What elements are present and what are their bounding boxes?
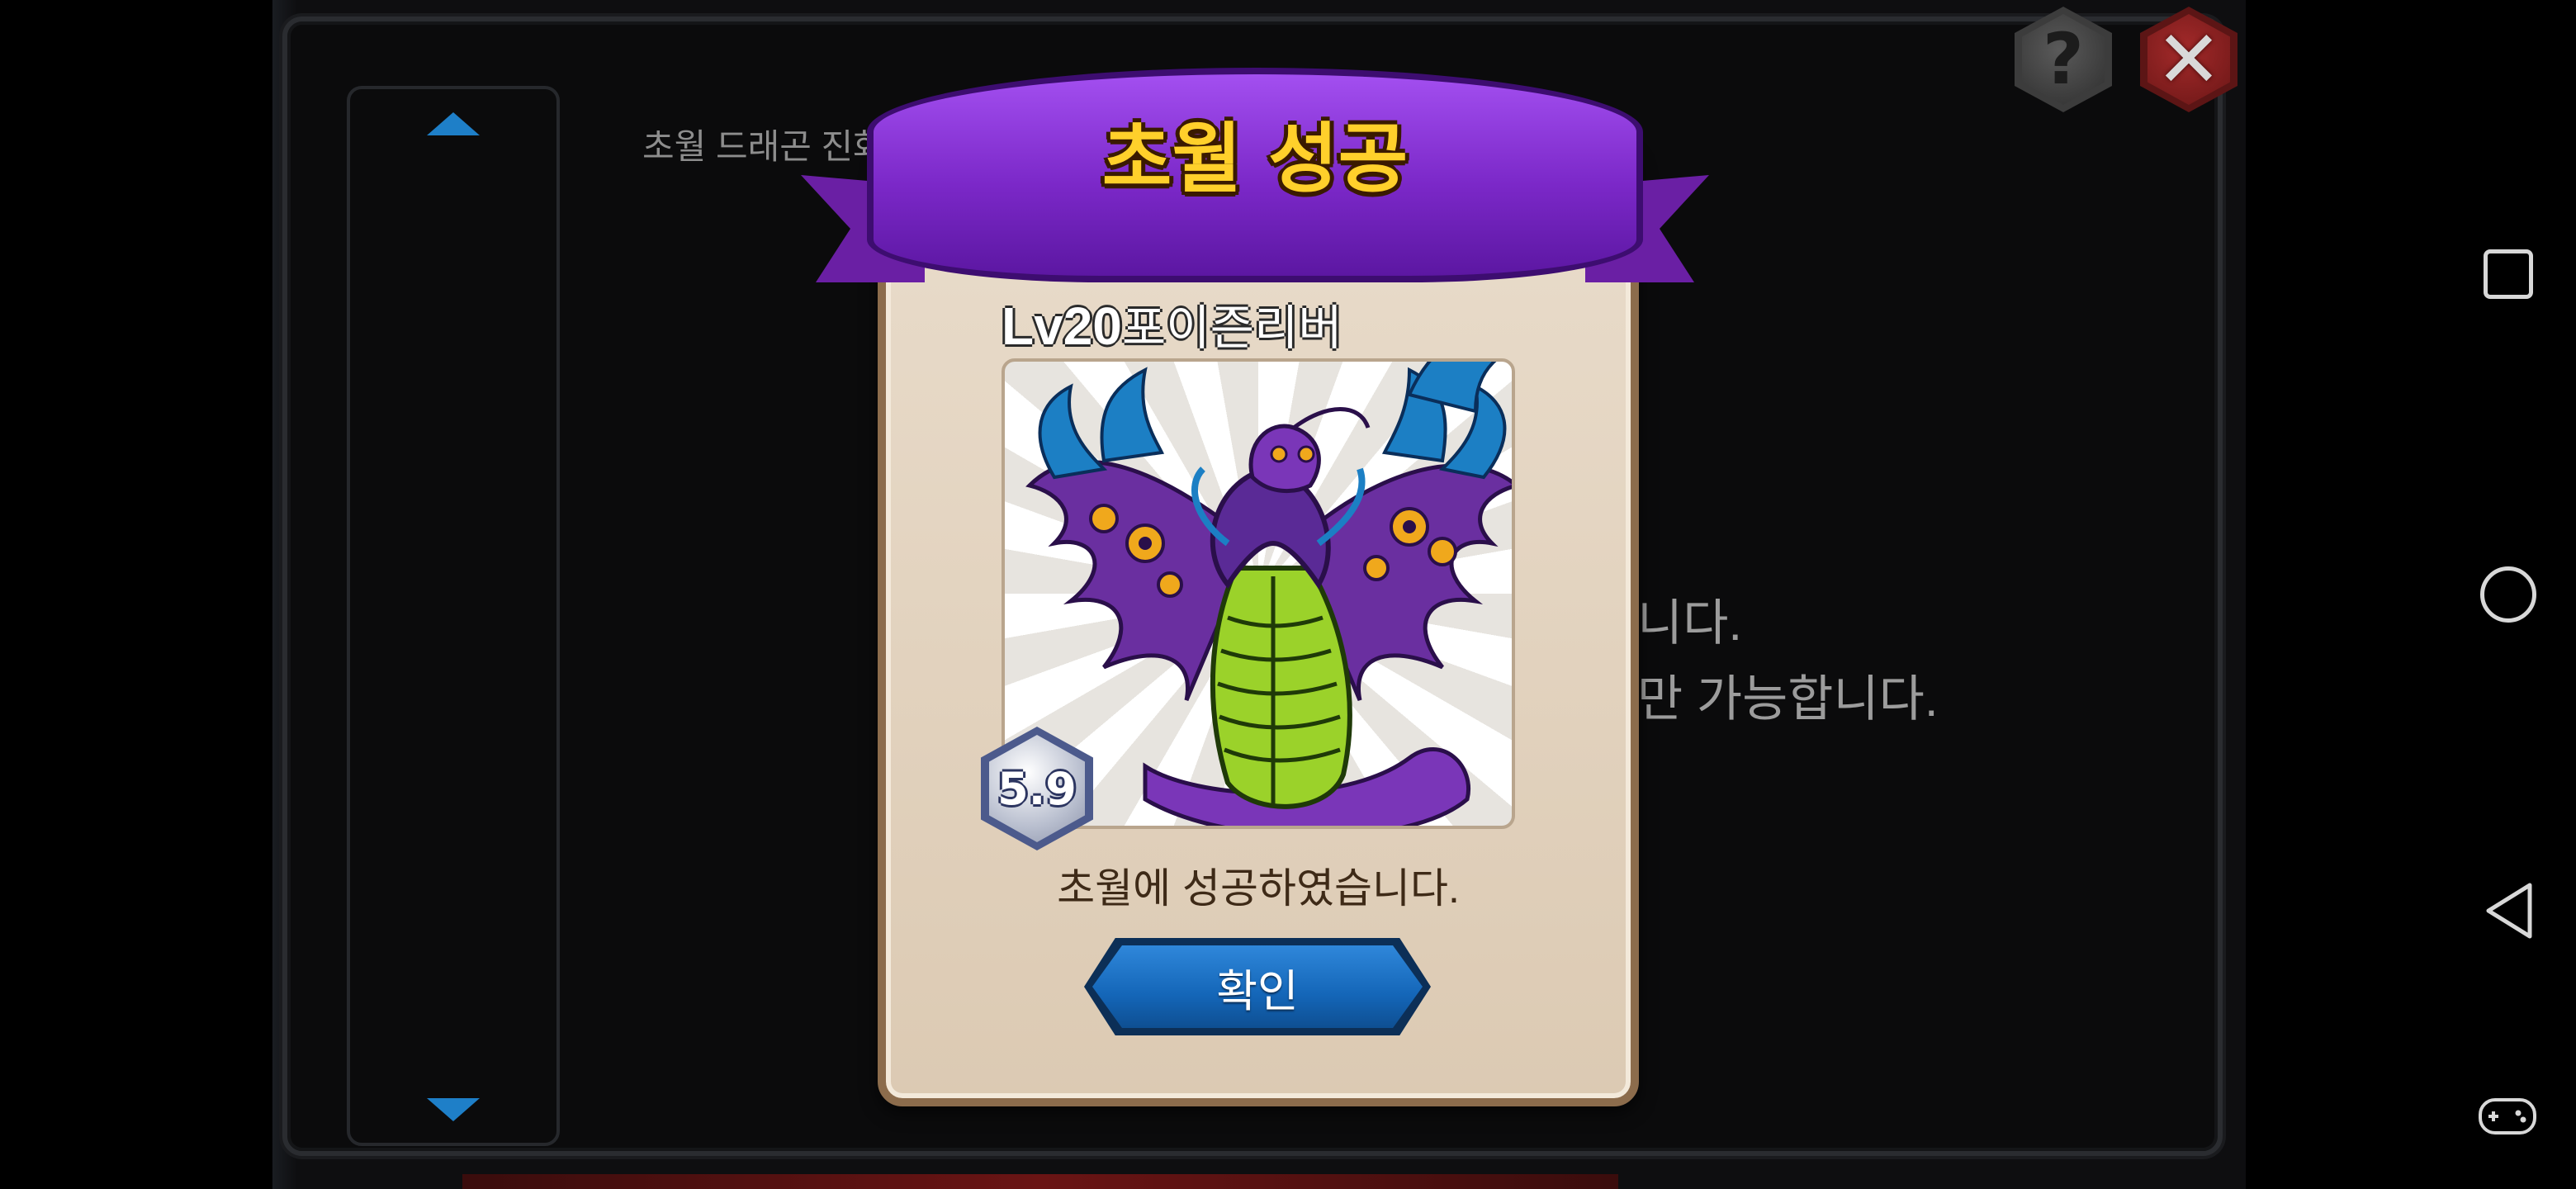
dragon-list[interactable]	[347, 86, 560, 1146]
confirm-button[interactable]: 확인	[1084, 938, 1431, 1035]
scroll-down-arrow-icon[interactable]	[427, 1098, 480, 1121]
bottom-strip	[462, 1174, 1618, 1189]
scroll-up-arrow-icon[interactable]	[427, 112, 480, 135]
grade-value: 5.9	[989, 735, 1085, 842]
game-controller-icon[interactable]	[2477, 1095, 2538, 1138]
question-mark-icon: ?	[2022, 14, 2105, 105]
monster-name-label: Lv20포이즌리버	[1002, 289, 1342, 358]
dialog-title: 초월 성공	[1101, 115, 1409, 203]
close-icon: ✕	[2155, 13, 2223, 106]
back-triangle-icon[interactable]	[2482, 880, 2536, 941]
recents-square-icon[interactable]	[2484, 249, 2533, 299]
system-navigation-bar	[2246, 0, 2576, 1189]
success-message: 초월에 성공하였습니다.	[1057, 865, 1460, 912]
panel-info-line-1: 니다.	[1637, 595, 1743, 651]
monster-level: Lv20	[1002, 296, 1122, 356]
monster-name: 포이즌리버	[1121, 301, 1342, 355]
panel-info-line-2: 만 가능합니다.	[1637, 671, 1939, 727]
title-ribbon: 초월 성공	[801, 68, 1709, 299]
confirm-button-label: 확인	[1092, 945, 1423, 1028]
home-circle-icon[interactable]	[2480, 566, 2536, 623]
